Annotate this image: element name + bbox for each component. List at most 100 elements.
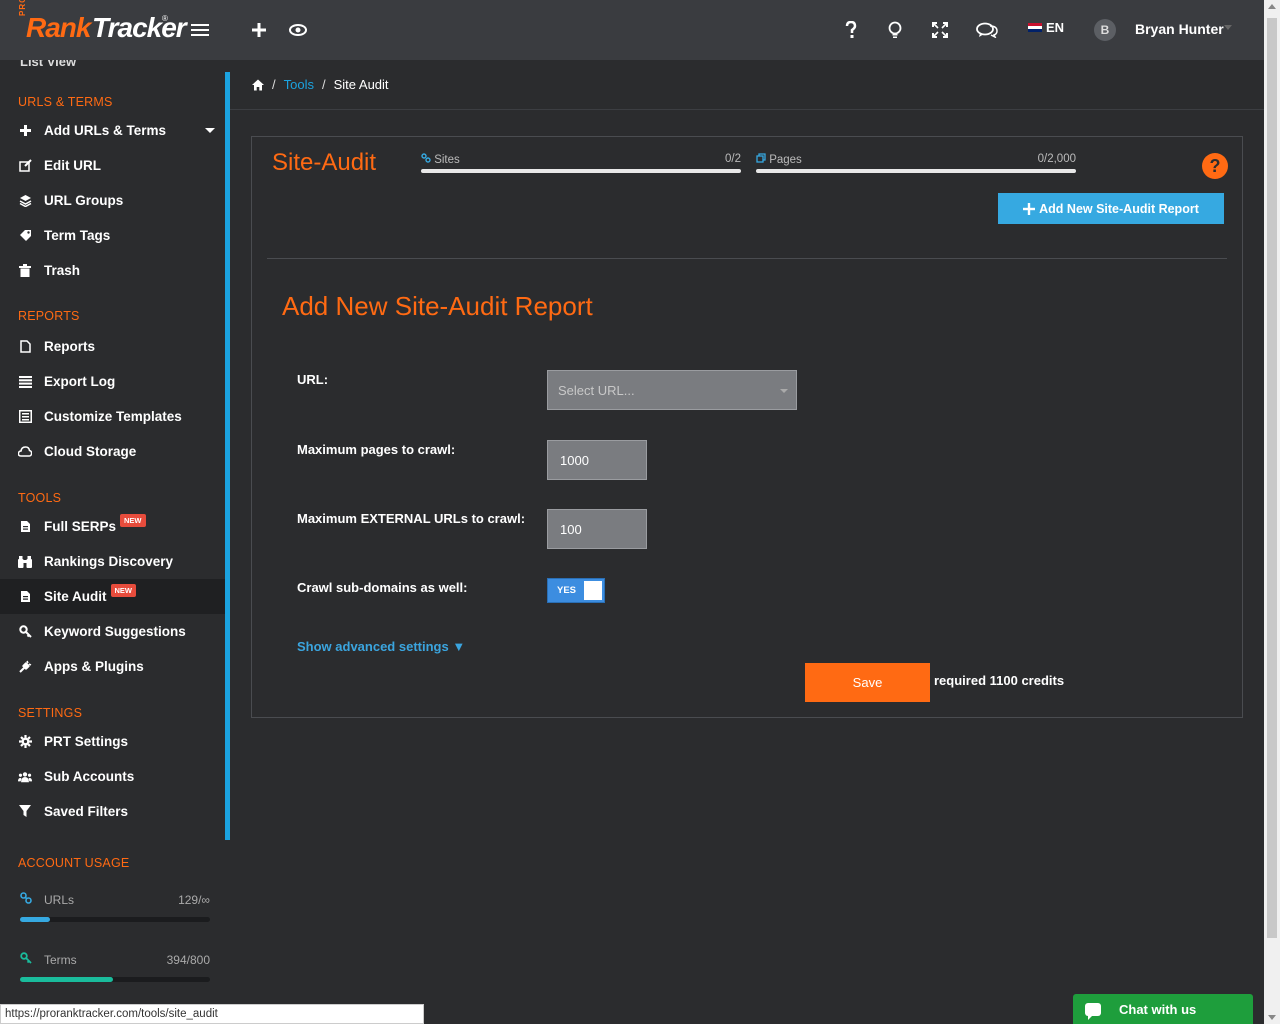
status-url: https://proranktracker.com/tools/site_au… xyxy=(0,1004,424,1024)
sidebar-item-list-view[interactable]: List View xyxy=(20,60,76,69)
sidebar-item-export-log[interactable]: Export Log xyxy=(0,364,225,399)
form-title: Add New Site-Audit Report xyxy=(282,291,593,321)
breadcrumb-current: Site Audit xyxy=(333,77,389,92)
crawl-subdomains-toggle[interactable]: YES xyxy=(547,578,605,603)
sidebar-item-label: URL Groups xyxy=(44,193,124,208)
sites-label-text: Sites xyxy=(434,154,460,166)
sidebar-item-sub-accounts[interactable]: Sub Accounts xyxy=(0,759,225,794)
usage-bar xyxy=(20,917,210,922)
add-new-report-button[interactable]: Add New Site-Audit Report xyxy=(998,193,1224,224)
page-scrollbar[interactable] xyxy=(1264,0,1280,1024)
lightbulb-icon[interactable] xyxy=(883,18,907,42)
usage-value: 394/800 xyxy=(166,953,210,967)
sidebar-item-label: Keyword Suggestions xyxy=(44,624,186,639)
sidebar-item-label: Saved Filters xyxy=(44,804,129,819)
save-button[interactable]: Save xyxy=(805,663,930,702)
sidebar-item-site-audit[interactable]: Site Audit NEW xyxy=(0,579,225,614)
usage-fill xyxy=(20,977,114,982)
sidebar-item-url-groups[interactable]: URL Groups xyxy=(0,183,225,218)
pages-bar xyxy=(756,169,1076,173)
plus-icon xyxy=(18,124,32,138)
sidebar-item-cloud-storage[interactable]: Cloud Storage xyxy=(0,434,225,469)
avatar[interactable]: B xyxy=(1094,19,1116,41)
sidebar-item-label: Apps & Plugins xyxy=(44,659,144,674)
chevron-down-icon[interactable] xyxy=(1224,25,1232,30)
sidebar-item-label: Term Tags xyxy=(44,228,111,243)
sidebar-item-label: Sub Accounts xyxy=(44,769,135,784)
chat-bubble-icon xyxy=(1085,1002,1101,1020)
sidebar-item-label: Export Log xyxy=(44,374,116,389)
chat-label: Chat with us xyxy=(1119,1001,1197,1017)
sidebar-item-trash[interactable]: Trash xyxy=(0,253,225,288)
breadcrumb-tools[interactable]: Tools xyxy=(284,77,314,92)
sites-meter: Sites 0/2 xyxy=(421,153,741,177)
sidebar-item-label: Site Audit xyxy=(44,589,107,604)
language-label: EN xyxy=(1046,20,1065,35)
language-selector[interactable]: EN xyxy=(1028,20,1064,35)
max-external-label: Maximum EXTERNAL URLs to crawl: xyxy=(297,511,526,526)
chat-icon[interactable] xyxy=(975,18,999,42)
sidebar-item-label: Trash xyxy=(44,263,81,278)
logo-tracker: Tracker xyxy=(92,12,187,43)
layers-icon xyxy=(18,194,32,208)
sidebar: List View URLS & TERMS Add URLs & Terms … xyxy=(0,60,230,1004)
sidebar-item-label: PRT Settings xyxy=(44,734,129,749)
max-pages-input[interactable]: 1000 xyxy=(547,440,647,480)
sidebar-item-rankings-discovery[interactable]: Rankings Discovery xyxy=(0,544,225,579)
link-icon xyxy=(421,153,431,163)
sidebar-section-title: ACCOUNT USAGE xyxy=(18,856,130,870)
file-icon xyxy=(18,340,32,354)
breadcrumb-separator: / xyxy=(272,77,276,92)
sidebar-section-title: REPORTS xyxy=(18,309,80,323)
toggle-label: YES xyxy=(557,585,577,596)
link-icon xyxy=(20,892,32,907)
sidebar-item-apps-plugins[interactable]: Apps & Plugins xyxy=(0,649,225,684)
sidebar-item-edit-url[interactable]: Edit URL xyxy=(0,148,225,183)
add-new-report-label: Add New Site-Audit Report xyxy=(1039,201,1199,216)
sidebar-item-customize-templates[interactable]: Customize Templates xyxy=(0,399,225,434)
site-audit-panel: Site-Audit Sites 0/2 Pages 0/2,000 ? Add… xyxy=(251,136,1243,718)
sidebar-section-title: SETTINGS xyxy=(18,706,83,720)
file-text-icon xyxy=(18,590,32,604)
home-icon[interactable] xyxy=(252,79,264,91)
show-advanced-settings-link[interactable]: Show advanced settings ▼ xyxy=(297,639,465,654)
list-icon xyxy=(18,375,32,389)
sidebar-item-reports[interactable]: Reports xyxy=(0,329,225,364)
username[interactable]: Bryan Hunter xyxy=(1135,21,1224,37)
scroll-down-icon[interactable] xyxy=(1268,1015,1276,1020)
breadcrumb: / Tools / Site Audit xyxy=(230,60,1264,110)
eye-icon[interactable] xyxy=(286,18,310,42)
sites-label: Sites xyxy=(421,153,460,166)
url-select[interactable]: Select URL... xyxy=(547,370,797,410)
sidebar-item-term-tags[interactable]: Term Tags xyxy=(0,218,225,253)
hamburger-icon[interactable] xyxy=(188,18,212,42)
sidebar-item-prt-settings[interactable]: PRT Settings xyxy=(0,724,225,759)
chat-widget[interactable]: Chat with us xyxy=(1073,994,1253,1024)
flag-icon xyxy=(1028,23,1042,32)
sidebar-section-title: URLS & TERMS xyxy=(18,95,113,109)
trash-icon xyxy=(18,264,32,278)
help-button[interactable]: ? xyxy=(1202,153,1228,179)
plus-icon[interactable] xyxy=(247,18,271,42)
scrollbar-thumb[interactable] xyxy=(1267,18,1277,938)
sidebar-item-label: Full SERPs xyxy=(44,519,117,534)
sidebar-item-saved-filters[interactable]: Saved Filters xyxy=(0,794,225,829)
fullscreen-icon[interactable] xyxy=(928,18,952,42)
usage-label: Terms xyxy=(44,953,77,967)
sidebar-item-label: Edit URL xyxy=(44,158,101,173)
scroll-up-icon[interactable] xyxy=(1268,4,1276,9)
pages-label: Pages xyxy=(756,153,802,166)
tag-icon xyxy=(18,229,32,243)
plus-icon xyxy=(1023,202,1036,215)
sidebar-item-add-urls-terms[interactable]: Add URLs & Terms xyxy=(0,113,225,148)
usage-value: 129/∞ xyxy=(178,893,210,907)
chevron-down-icon xyxy=(205,128,215,133)
question-icon[interactable] xyxy=(839,18,863,42)
key-icon xyxy=(20,952,32,967)
pages-label-text: Pages xyxy=(769,154,802,166)
sidebar-item-full-serps[interactable]: Full SERPs NEW xyxy=(0,509,225,544)
max-external-input[interactable]: 100 xyxy=(547,509,647,549)
sidebar-item-keyword-suggestions[interactable]: Keyword Suggestions xyxy=(0,614,225,649)
logo[interactable]: PRO Rank Tracker ® xyxy=(16,0,187,52)
page-title: Site-Audit xyxy=(272,149,377,176)
